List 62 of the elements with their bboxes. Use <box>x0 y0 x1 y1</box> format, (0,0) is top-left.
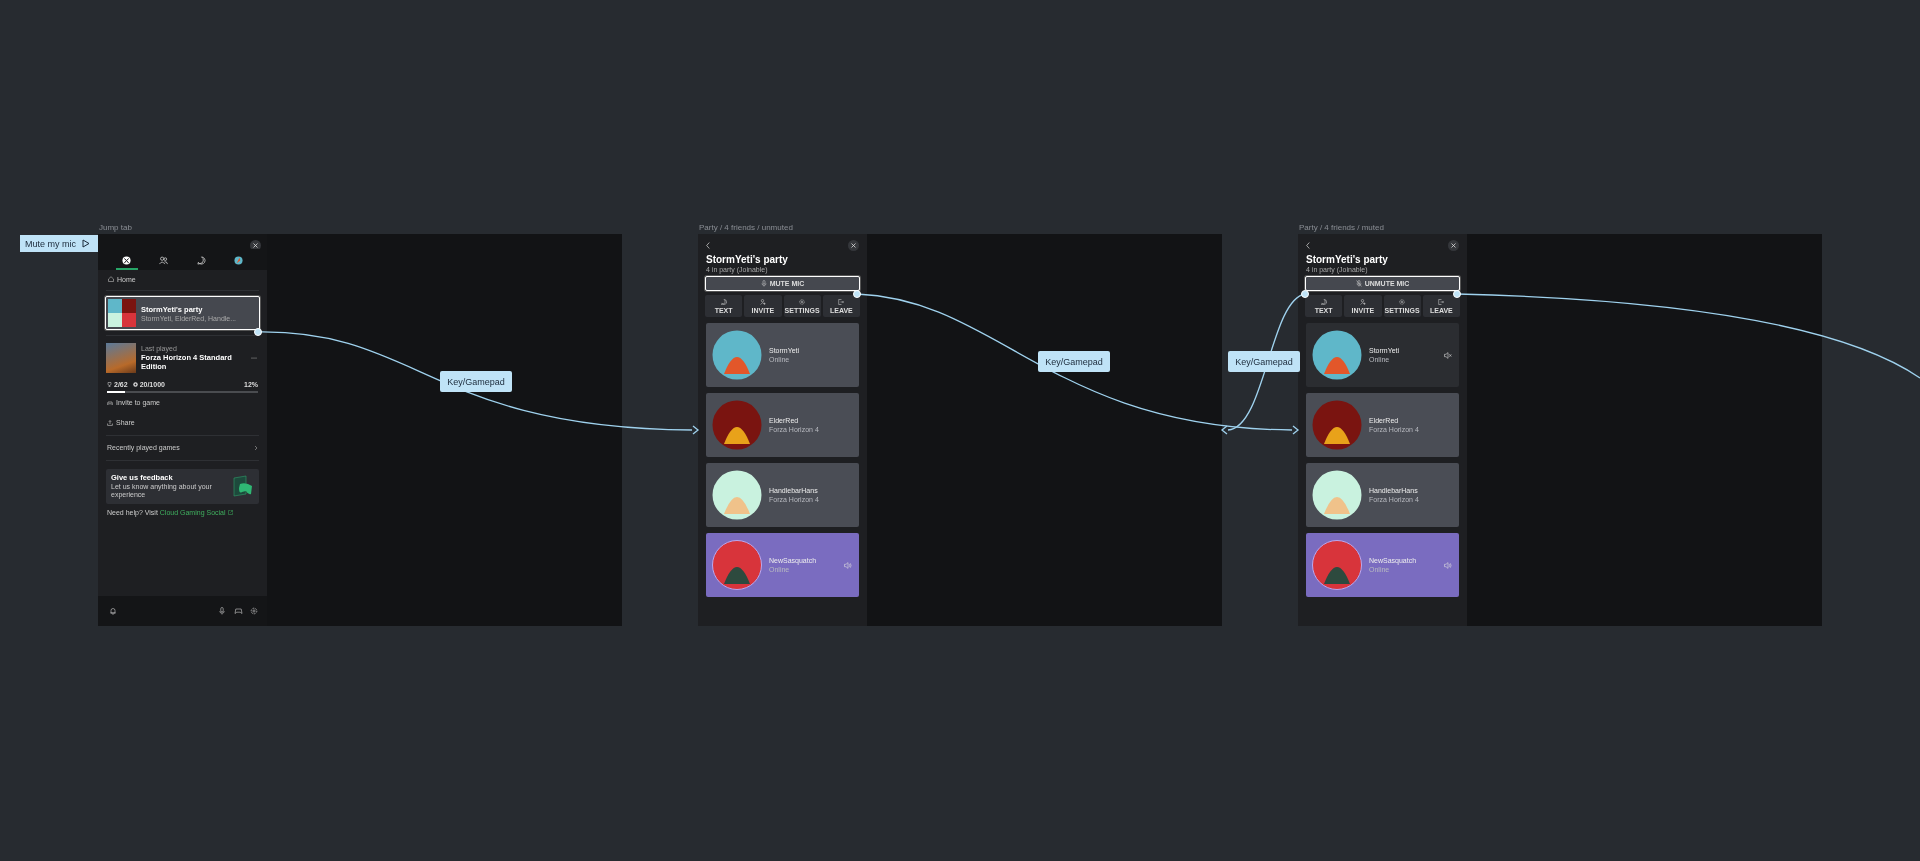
chevron-right-icon <box>254 444 258 451</box>
party-title: StormYeti's party <box>1305 253 1389 265</box>
frame-title: Party / 4 friends / muted <box>1299 223 1384 232</box>
microphone-icon <box>218 607 226 615</box>
trophy-icon <box>107 382 112 387</box>
back-button[interactable] <box>706 240 712 250</box>
chat-icon <box>720 298 727 305</box>
chat-icon <box>196 255 206 265</box>
connector-label: Key/Gamepad <box>1038 351 1110 372</box>
chat-icon <box>1320 298 1327 305</box>
people-icon <box>159 255 169 265</box>
back-icon <box>1306 241 1310 249</box>
avatar-image <box>712 400 762 450</box>
party-avatars-image <box>108 299 136 327</box>
avatar-image <box>1312 330 1362 380</box>
hotspot-label: Mute my mic <box>20 235 98 252</box>
avatar-image <box>712 330 762 380</box>
avatar-image <box>1312 470 1362 520</box>
close-icon <box>1451 243 1456 248</box>
controller-icon <box>107 399 113 406</box>
avatar-image <box>712 540 762 590</box>
back-button[interactable] <box>1306 240 1312 250</box>
settings-button[interactable] <box>249 606 259 616</box>
connector-label: Key/Gamepad <box>440 371 512 392</box>
speaker-muted-icon <box>1444 351 1452 359</box>
bell-icon <box>109 607 117 615</box>
external-link-icon <box>227 510 233 515</box>
close-button[interactable] <box>1448 240 1459 251</box>
controller-icon <box>233 607 243 615</box>
speaker-icon <box>1444 561 1452 569</box>
controller-button[interactable] <box>233 606 243 616</box>
controller-illustration-icon <box>230 474 254 499</box>
frame-title: Jump tab <box>99 223 132 232</box>
microphone-button[interactable] <box>217 606 227 616</box>
avatar-image <box>712 470 762 520</box>
home-icon <box>108 276 114 282</box>
notifications-button[interactable] <box>108 606 118 616</box>
close-icon <box>253 243 258 248</box>
frame-title: Party / 4 friends / unmuted <box>699 223 793 232</box>
add-person-icon <box>759 298 766 305</box>
settings-icon <box>799 298 806 305</box>
party-title: StormYeti's party <box>705 253 789 265</box>
leave-icon <box>1438 298 1445 305</box>
connector-label: Key/Gamepad <box>1228 351 1300 372</box>
mic-off-icon <box>1355 280 1362 287</box>
play-icon <box>82 239 90 248</box>
close-icon <box>851 243 856 248</box>
avatar-image <box>1312 540 1362 590</box>
back-icon <box>706 241 710 249</box>
gamerscore-icon <box>132 382 138 387</box>
settings-icon <box>250 607 258 615</box>
game-cover-image <box>106 343 136 373</box>
settings-icon <box>1399 298 1406 305</box>
close-button[interactable] <box>848 240 859 251</box>
speaker-icon <box>844 561 852 569</box>
share-icon <box>107 419 113 426</box>
avatar-icon <box>233 255 243 265</box>
microphone-icon <box>760 280 767 287</box>
avatar-image <box>1312 400 1362 450</box>
leave-icon <box>838 298 845 305</box>
add-person-icon <box>1359 298 1366 305</box>
xbox-icon <box>122 255 132 265</box>
